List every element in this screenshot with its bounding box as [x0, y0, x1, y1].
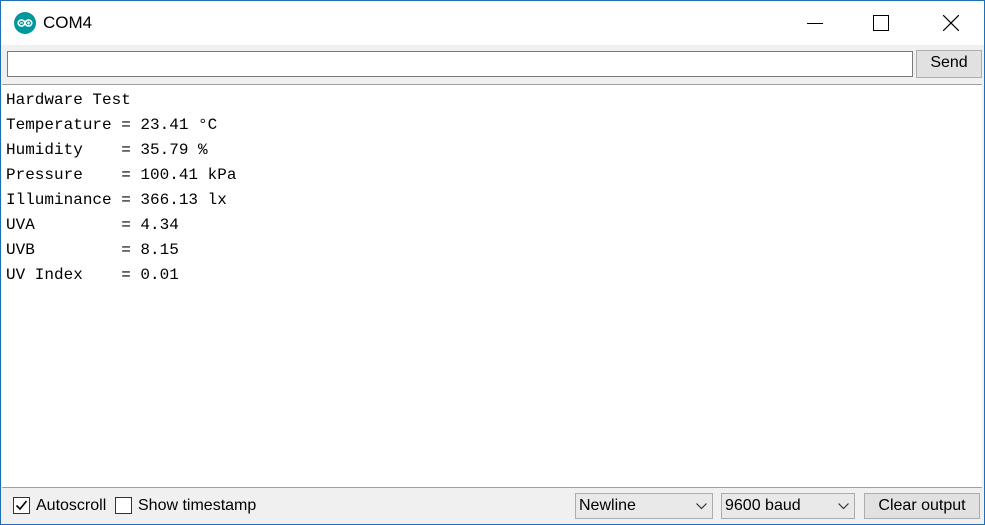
chevron-down-icon — [838, 503, 849, 510]
title-bar[interactable]: COM4 — [1, 1, 984, 45]
line-ending-value: Newline — [579, 497, 636, 514]
autoscroll-checkbox[interactable] — [13, 497, 30, 514]
output-line: Humidity = 35.79 % — [6, 141, 208, 159]
minimize-icon — [807, 23, 823, 24]
minimize-button[interactable] — [792, 1, 838, 45]
baud-rate-value: 9600 baud — [725, 497, 801, 514]
output-line: Hardware Test — [6, 91, 131, 109]
output-line: Illuminance = 366.13 lx — [6, 191, 227, 209]
baud-rate-select[interactable]: 9600 baud — [721, 493, 855, 519]
show-timestamp-label[interactable]: Show timestamp — [138, 497, 256, 515]
output-line: UVA = 4.34 — [6, 216, 179, 234]
window-title: COM4 — [43, 13, 93, 32]
maximize-icon — [873, 15, 889, 31]
output-line: Pressure = 100.41 kPa — [6, 166, 237, 184]
output-line: Temperature = 23.41 °C — [6, 116, 218, 134]
autoscroll-label[interactable]: Autoscroll — [36, 497, 106, 515]
line-ending-select[interactable]: Newline — [575, 493, 713, 519]
arduino-logo-icon — [14, 12, 36, 34]
send-input[interactable] — [7, 51, 913, 77]
close-button[interactable] — [928, 1, 974, 45]
chevron-down-icon — [696, 503, 707, 510]
output-line: UV Index = 0.01 — [6, 266, 179, 284]
serial-output[interactable]: Hardware Test Temperature = 23.41 °C Hum… — [2, 84, 982, 488]
serial-monitor-window: COM4 Send Hardware Test Temperature = 23… — [0, 0, 985, 525]
maximize-button[interactable] — [858, 1, 904, 45]
checkmark-icon — [15, 500, 28, 511]
output-line: UVB = 8.15 — [6, 241, 179, 259]
close-icon — [943, 15, 959, 31]
show-timestamp-checkbox[interactable] — [115, 497, 132, 514]
send-bar: Send — [1, 45, 984, 83]
send-button[interactable]: Send — [916, 50, 982, 78]
clear-output-button[interactable]: Clear output — [864, 493, 980, 519]
bottom-bar: Autoscroll Show timestamp Newline 9600 b… — [1, 488, 984, 524]
